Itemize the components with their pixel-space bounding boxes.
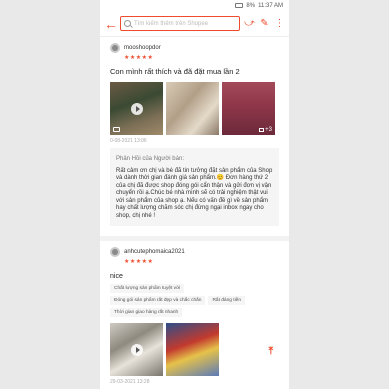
review-photo-thumbnail[interactable] bbox=[166, 323, 219, 376]
review-video-thumbnail[interactable] bbox=[110, 323, 163, 376]
status-bar: 8% 11:37 AM bbox=[100, 0, 289, 11]
review-date: 29-03-2021 13:28 bbox=[110, 379, 150, 385]
video-icon bbox=[113, 127, 120, 132]
review-video-thumbnail[interactable] bbox=[110, 82, 163, 135]
review-photo-thumbnail[interactable]: +3 bbox=[222, 82, 275, 135]
review-text: Con mình rất thích và đã đặt mua lần 2 bbox=[110, 67, 240, 76]
seller-reply-text: Rất cảm ơn chị và bé đã tin tưởng đặt sả… bbox=[116, 167, 273, 219]
phone-screen: 8% 11:37 AM ← Tìm kiếm thêm trên Shopee … bbox=[100, 0, 289, 389]
share-icon[interactable]: ⤻ bbox=[244, 18, 255, 29]
review-username: anhcutephomaica2021 bbox=[124, 249, 185, 255]
rating-stars: ★★★★★ bbox=[124, 55, 154, 61]
more-photos-badge: +3 bbox=[259, 127, 272, 133]
play-icon bbox=[130, 343, 143, 356]
review-username: mooshoopdor bbox=[124, 45, 161, 51]
seller-reply: Phản Hồi của Người bán: Rất cảm ơn chị v… bbox=[110, 148, 279, 226]
review-photo-thumbnail[interactable] bbox=[166, 82, 219, 135]
search-input[interactable]: Tìm kiếm thêm trên Shopee bbox=[120, 16, 240, 31]
edit-icon[interactable]: ✎ bbox=[259, 18, 270, 29]
review-text: nice bbox=[110, 273, 123, 280]
avatar[interactable] bbox=[110, 247, 120, 257]
review-card: mooshoopdor ★★★★★ Con mình rất thích và … bbox=[100, 37, 289, 226]
status-time: 11:37 AM bbox=[258, 2, 283, 9]
review-tags: Chất lượng sản phẩm tuyệt vời Đóng gói s… bbox=[110, 284, 279, 317]
arrow-up-icon[interactable]: ⤒ bbox=[269, 346, 273, 357]
rating-stars: ★★★★★ bbox=[124, 259, 154, 265]
search-icon bbox=[124, 20, 131, 27]
avatar[interactable] bbox=[110, 43, 120, 53]
battery-icon bbox=[235, 3, 244, 8]
more-vert-icon[interactable]: ⋮ bbox=[274, 18, 285, 29]
review-tag: Chất lượng sản phẩm tuyệt vời bbox=[110, 284, 185, 293]
image-icon bbox=[259, 128, 265, 132]
search-placeholder: Tìm kiếm thêm trên Shopee bbox=[134, 20, 209, 27]
play-icon bbox=[130, 102, 143, 115]
seller-reply-title: Phản Hồi của Người bán: bbox=[116, 156, 184, 162]
review-card: anhcutephomaica2021 ★★★★★ nice Chất lượn… bbox=[100, 241, 289, 385]
back-arrow-icon[interactable]: ← bbox=[104, 17, 118, 31]
review-tag: Rất đáng tiền bbox=[208, 296, 246, 305]
top-bar: ← Tìm kiếm thêm trên Shopee ⤻ ✎ ⋮ bbox=[100, 11, 289, 37]
battery-percent: 8% bbox=[246, 2, 256, 9]
review-tag: Đóng gói sản phẩm rất đẹp và chắc chắn bbox=[110, 296, 206, 305]
review-tag: Thời gian giao hàng rất nhanh bbox=[110, 308, 183, 317]
review-date: 0-08-2021 13:06 bbox=[110, 138, 147, 144]
